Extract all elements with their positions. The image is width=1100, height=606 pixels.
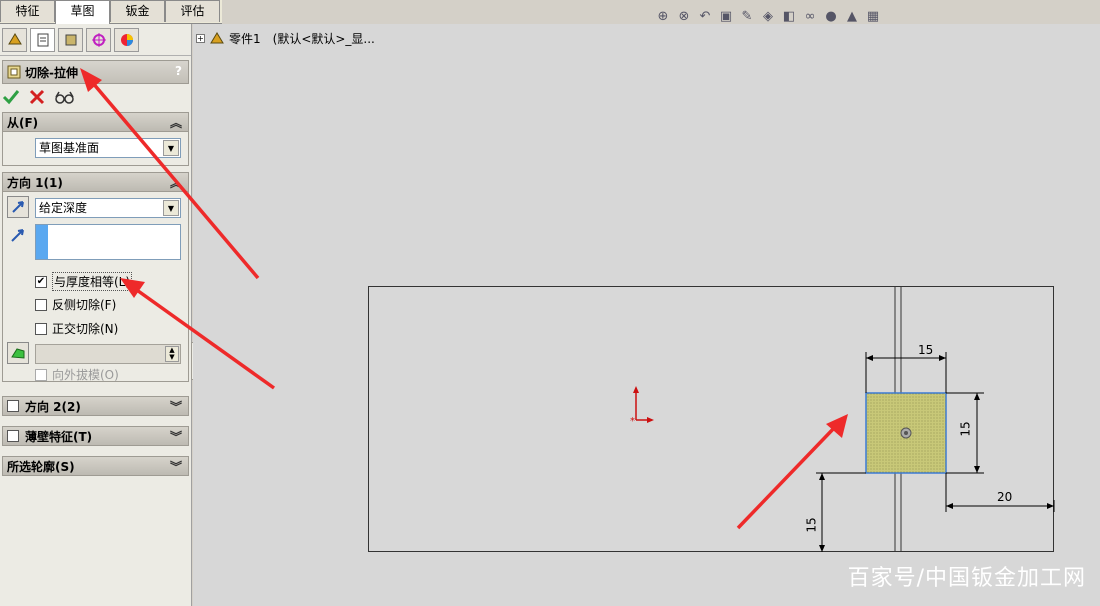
cut-extrude-icon: [7, 65, 21, 79]
direction1-group-header[interactable]: 方向 1(1) ︽: [2, 172, 189, 192]
dimension-width[interactable]: 15: [918, 343, 933, 357]
feature-title: 切除-拉伸: [25, 65, 78, 80]
expand-plus-icon[interactable]: +: [196, 34, 205, 43]
config-icon[interactable]: [58, 28, 83, 52]
direction2-group-header[interactable]: 方向 2(2) ︾: [2, 396, 189, 416]
thin-feature-group-header[interactable]: 薄壁特征(T) ︾: [2, 426, 189, 446]
from-group-title: 从(F): [7, 115, 39, 130]
draft-icon[interactable]: [7, 342, 29, 364]
manager-tabs: [0, 24, 191, 56]
normal-cut-row[interactable]: 正交切除(N): [35, 320, 118, 337]
appearance-icon[interactable]: [114, 28, 139, 52]
draft-outward-label: 向外拔模(O): [52, 368, 119, 382]
view-orientation-icon[interactable]: ◈: [760, 8, 776, 24]
end-condition-select[interactable]: 给定深度 ▼: [35, 198, 181, 218]
selection-color-bar: [36, 225, 48, 259]
reverse-direction-icon[interactable]: [7, 196, 29, 218]
hide-show-icon[interactable]: ∞: [802, 8, 818, 24]
dimension-offset-x[interactable]: 20: [997, 490, 1012, 504]
dimension-offset-y[interactable]: 15: [805, 517, 819, 532]
draft-outward-checkbox: [35, 368, 47, 381]
preview-glasses-icon[interactable]: [54, 88, 74, 106]
watermark: 百家号/中国钣金加工网: [847, 566, 1086, 591]
dimxpert-icon[interactable]: [86, 28, 111, 52]
direction2-title: 方向 2(2): [25, 399, 81, 414]
dimension-height[interactable]: 15: [959, 421, 973, 436]
zoom-area-icon[interactable]: ⊗: [676, 8, 692, 24]
apply-scene-icon[interactable]: ▲: [844, 8, 860, 24]
direction1-group-body: 给定深度 ▼ ✔ 与厚度相等(L) 反侧切除(F) 正交切除(N) ▲ ▼ 向外拔…: [2, 192, 189, 382]
from-select-value: 草图基准面: [39, 141, 100, 155]
flip-side-row[interactable]: 反侧切除(F): [35, 296, 116, 313]
tab-evaluate[interactable]: 评估: [165, 0, 220, 22]
feature-tree-flyout[interactable]: + 零件1 (默认<默认>_显...: [196, 30, 375, 47]
dropdown-arrow-icon[interactable]: ▼: [163, 200, 179, 216]
display-style-icon[interactable]: ◧: [781, 8, 797, 24]
tab-sketch[interactable]: 草图: [55, 0, 110, 24]
from-group-header[interactable]: 从(F) ︽: [2, 112, 189, 132]
previous-view-icon[interactable]: ↶: [697, 8, 713, 24]
direction1-title: 方向 1(1): [7, 175, 63, 190]
section-view-icon[interactable]: ▣: [718, 8, 734, 24]
from-select[interactable]: 草图基准面 ▼: [35, 138, 181, 158]
direction2-checkbox[interactable]: [7, 400, 19, 412]
draft-angle-spinner[interactable]: ▲ ▼: [35, 344, 181, 364]
equal-thickness-label: 与厚度相等(L): [52, 272, 133, 291]
tab-sheetmetal[interactable]: 钣金: [110, 0, 165, 22]
view-toolbar: ⊕ ⊗ ↶ ▣ ✎ ◈ ◧ ∞ ● ▲ ▦: [655, 8, 881, 24]
normal-cut-label: 正交切除(N): [52, 322, 119, 336]
dynamic-annotation-icon[interactable]: ✎: [739, 8, 755, 24]
equal-thickness-row[interactable]: ✔ 与厚度相等(L): [35, 272, 133, 291]
tab-features[interactable]: 特征: [0, 0, 55, 22]
collapse-icon[interactable]: ︽: [170, 114, 182, 131]
end-condition-value: 给定深度: [39, 201, 88, 215]
draft-outward-row: 向外拔模(O): [35, 366, 119, 383]
spinner-arrows-icon[interactable]: ▲ ▼: [165, 346, 179, 362]
thin-feature-title: 薄壁特征(T): [25, 429, 93, 444]
expand-icon[interactable]: ︾: [170, 398, 182, 415]
command-tabs: 特征 草图 钣金 评估: [0, 0, 222, 24]
zoom-to-fit-icon[interactable]: ⊕: [655, 8, 671, 24]
edit-appearance-icon[interactable]: ●: [823, 8, 839, 24]
cancel-x-icon[interactable]: [28, 88, 46, 106]
view-settings-icon[interactable]: ▦: [865, 8, 881, 24]
property-manager: 切除-拉伸 ? 从(F) ︽ 草图基准面 ▼ 方向 1(1) ︽ 给定深度 ▼: [0, 24, 199, 606]
collapse-icon[interactable]: ︽: [170, 174, 182, 191]
selected-contours-group-header[interactable]: 所选轮廓(S) ︾: [2, 456, 189, 476]
part-icon: [210, 31, 224, 43]
part-configuration: (默认<默认>_显...: [272, 32, 375, 46]
normal-cut-checkbox[interactable]: [35, 322, 47, 335]
dropdown-arrow-icon[interactable]: ▼: [163, 140, 179, 156]
thin-feature-checkbox[interactable]: [7, 430, 19, 442]
flip-side-checkbox[interactable]: [35, 298, 47, 311]
expand-icon[interactable]: ︾: [170, 428, 182, 445]
help-button[interactable]: ?: [175, 64, 182, 78]
selected-contours-title: 所选轮廓(S): [7, 459, 75, 474]
ok-check-icon[interactable]: [2, 88, 20, 106]
direction-selection-box[interactable]: [35, 224, 181, 260]
feature-title-bar: 切除-拉伸 ?: [2, 60, 189, 84]
action-buttons: [0, 84, 191, 110]
property-icon[interactable]: [30, 28, 55, 52]
equal-thickness-checkbox[interactable]: ✔: [35, 275, 47, 288]
direction-arrow-icon: [11, 229, 24, 242]
sheet-metal-face[interactable]: [368, 286, 1054, 552]
part-name: 零件1: [229, 32, 261, 46]
flip-side-label: 反侧切除(F): [52, 298, 117, 312]
feature-tree-icon[interactable]: [2, 28, 27, 52]
from-group-body: 草图基准面 ▼: [2, 132, 189, 166]
expand-icon[interactable]: ︾: [170, 458, 182, 475]
